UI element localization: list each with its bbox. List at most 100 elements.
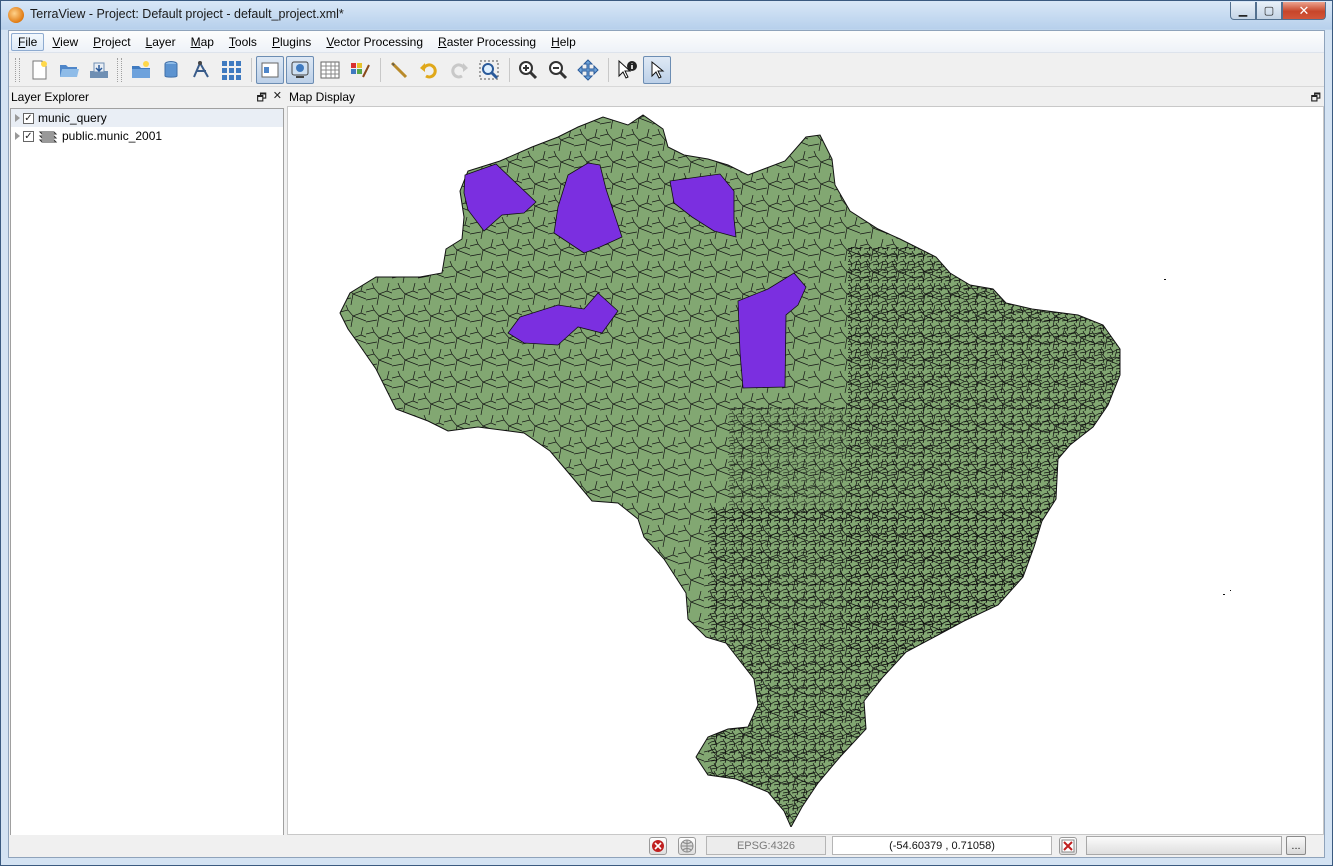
save-project-button[interactable] <box>85 56 113 84</box>
menu-project[interactable]: Project <box>86 33 137 51</box>
expand-arrow-icon[interactable] <box>15 114 20 122</box>
redo-icon <box>451 62 468 78</box>
main-toolbar <box>9 53 1324 87</box>
stop-icon <box>652 840 664 852</box>
menu-bar: File View Project Layer Map Tools Plugin… <box>9 31 1324 53</box>
srs-globe-button[interactable] <box>678 837 696 855</box>
map-display-toggle-icon <box>291 61 309 78</box>
zoom-extent-button[interactable] <box>475 56 503 84</box>
style-explorer-button[interactable] <box>346 56 374 84</box>
toolbar-separator <box>509 57 510 82</box>
menu-file[interactable]: File <box>11 32 45 51</box>
cancel-task-button[interactable] <box>1059 837 1077 855</box>
application-window: TerraView - Project: Default project - d… <box>0 0 1333 866</box>
menu-vector-processing[interactable]: Vector Processing <box>319 33 430 51</box>
layer-label: public.munic_2001 <box>62 129 163 143</box>
menu-view[interactable]: View <box>45 33 85 51</box>
map-display-toggle-button[interactable] <box>286 55 314 84</box>
maximize-button[interactable]: ▢ <box>1256 2 1282 20</box>
add-layer-icon <box>132 60 150 78</box>
layer-explorer-header[interactable]: Layer Explorer 🗗 ✕ <box>9 88 285 106</box>
selection-icon <box>651 60 665 79</box>
vector-tool-button[interactable] <box>187 56 215 84</box>
new-project-icon <box>32 60 47 79</box>
layer-item-munic-query[interactable]: ✓ munic_query <box>11 109 283 127</box>
layer-visibility-checkbox[interactable]: ✓ <box>23 130 34 142</box>
grid-button[interactable] <box>217 56 245 84</box>
add-layer-button[interactable] <box>127 56 155 84</box>
map-display-title: Map Display <box>289 90 356 104</box>
menu-tools[interactable]: Tools <box>222 33 264 51</box>
layer-label: munic_query <box>38 111 107 125</box>
toolbar-separator <box>380 57 381 82</box>
coordinates-readout: (-54.60379 , 0.71058) <box>832 836 1052 855</box>
map-display-panel: Map Display 🗗 <box>287 88 1324 835</box>
zoom-extent-icon <box>479 60 499 79</box>
menu-help[interactable]: Help <box>544 33 583 51</box>
menu-map[interactable]: Map <box>184 33 221 51</box>
brazil-municipalities-map[interactable] <box>288 107 1324 827</box>
measure-distance-icon <box>390 61 408 78</box>
stop-drawing-button[interactable] <box>649 837 667 855</box>
float-panel-icon[interactable]: 🗗 <box>256 89 266 108</box>
zoom-in-icon <box>519 60 538 79</box>
title-bar[interactable]: TerraView - Project: Default project - d… <box>1 1 1332 29</box>
layer-visibility-checkbox[interactable]: ✓ <box>23 112 34 124</box>
table-view-button[interactable] <box>316 56 344 84</box>
layer-item-public-munic-2001[interactable]: ✓ public.munic_2001 <box>11 127 283 145</box>
close-button[interactable]: ✕ <box>1282 2 1326 20</box>
grid-icon <box>222 60 241 80</box>
window-title: TerraView - Project: Default project - d… <box>30 7 344 21</box>
layer-explorer-title: Layer Explorer <box>11 90 90 104</box>
redo-button[interactable] <box>445 56 473 84</box>
map-display-header[interactable]: Map Display 🗗 <box>287 88 1324 106</box>
add-datasource-button[interactable] <box>157 56 185 84</box>
srs-field[interactable]: EPSG:4326 <box>706 836 826 855</box>
vector-tool-icon <box>193 60 209 77</box>
layer-explorer-header-buttons: 🗗 ✕ <box>256 89 282 108</box>
zoom-out-icon <box>549 60 568 79</box>
task-progress-bar <box>1086 836 1282 855</box>
info-icon <box>618 59 637 79</box>
close-panel-icon[interactable]: ✕ <box>273 89 282 108</box>
new-project-button[interactable] <box>25 56 53 84</box>
globe-icon <box>680 839 694 853</box>
measure-distance-button[interactable] <box>385 56 413 84</box>
layer-tree: ✓ munic_query ✓ public.munic_2001 <box>10 108 284 856</box>
map-canvas[interactable] <box>287 106 1324 835</box>
toolbar-grip[interactable] <box>15 57 20 82</box>
toolbar-separator <box>251 57 252 82</box>
layer-explorer-toggle-icon <box>261 62 279 77</box>
add-datasource-icon <box>164 60 178 78</box>
expand-arrow-icon[interactable] <box>15 132 20 140</box>
open-project-button[interactable] <box>55 56 83 84</box>
open-project-icon <box>60 64 79 77</box>
client-area: File View Project Layer Map Tools Plugin… <box>8 30 1325 858</box>
menu-raster-processing[interactable]: Raster Processing <box>431 33 543 51</box>
cancel-task-icon <box>1061 839 1075 853</box>
layer-explorer-panel: Layer Explorer 🗗 ✕ ✓ munic_query ✓ publi… <box>9 88 285 857</box>
undo-icon <box>420 62 437 78</box>
menu-plugins[interactable]: Plugins <box>265 33 318 51</box>
selection-button[interactable] <box>643 55 671 84</box>
status-bar: EPSG:4326 (-54.60379 , 0.71058) ... <box>9 835 1324 857</box>
zoom-in-button[interactable] <box>514 56 542 84</box>
island-specks <box>1164 279 1231 595</box>
menu-layer[interactable]: Layer <box>139 33 183 51</box>
terraview-logo-icon <box>8 7 24 23</box>
layer-explorer-toggle-button[interactable] <box>256 55 284 84</box>
info-button[interactable] <box>613 56 641 84</box>
zoom-out-button[interactable] <box>544 56 572 84</box>
dataset-layers-icon <box>38 131 58 143</box>
toolbar-grip[interactable] <box>117 57 122 82</box>
table-view-icon <box>320 61 340 78</box>
save-project-icon <box>90 62 108 78</box>
pan-button[interactable] <box>574 56 602 84</box>
style-explorer-icon <box>351 62 370 77</box>
pan-icon <box>577 58 599 81</box>
undo-button[interactable] <box>415 56 443 84</box>
minimize-button[interactable]: ▁ <box>1230 2 1256 20</box>
toolbar-separator <box>608 57 609 82</box>
show-tasks-button[interactable]: ... <box>1286 836 1306 855</box>
window-controls: ▁ ▢ ✕ <box>1230 2 1326 21</box>
